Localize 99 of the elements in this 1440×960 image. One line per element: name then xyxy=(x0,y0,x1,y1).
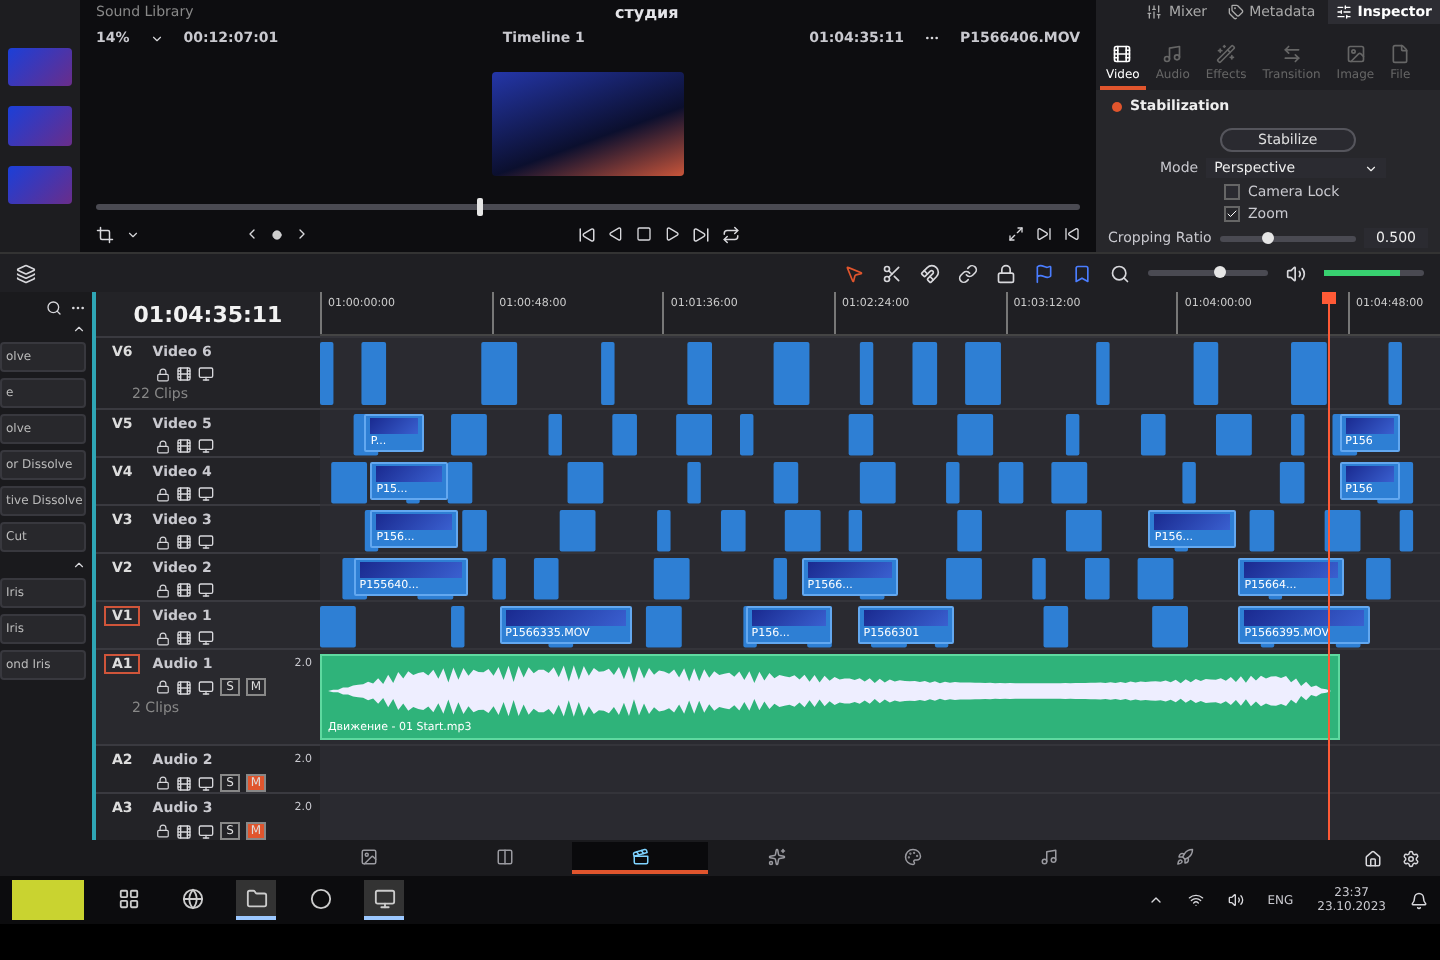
lock-icon[interactable] xyxy=(156,487,170,501)
lock-icon[interactable] xyxy=(156,439,170,453)
pointer-icon[interactable] xyxy=(844,263,864,283)
track-icon[interactable] xyxy=(176,582,192,598)
slider-track[interactable] xyxy=(1219,235,1356,241)
arrows-icon xyxy=(1281,44,1302,64)
visibility-icon[interactable] xyxy=(198,775,214,791)
fit-icon[interactable] xyxy=(1008,226,1024,242)
track-icon[interactable] xyxy=(176,775,192,791)
photo-placeholder xyxy=(8,48,72,87)
color-page-icon xyxy=(903,847,921,865)
circle-icon xyxy=(309,887,331,909)
sliders-icon xyxy=(1146,4,1163,20)
visibility-icon[interactable] xyxy=(198,366,214,382)
collapse-icon[interactable] xyxy=(72,322,86,336)
checkbox[interactable] xyxy=(1224,206,1240,222)
visibility-icon[interactable] xyxy=(198,438,214,454)
slider-thumb[interactable] xyxy=(1214,266,1226,278)
visibility-icon[interactable] xyxy=(198,630,214,646)
collapse-icon[interactable] xyxy=(72,558,86,572)
volume-icon[interactable] xyxy=(1286,263,1306,283)
fusion-page-icon xyxy=(767,847,785,865)
slider-thumb[interactable] xyxy=(1261,231,1274,243)
track-icon[interactable] xyxy=(176,486,192,502)
lock-icon[interactable] xyxy=(996,263,1016,283)
checkbox[interactable] xyxy=(1224,184,1240,200)
flag-icon[interactable] xyxy=(1034,263,1054,283)
chevron-down-icon xyxy=(1364,161,1379,175)
taskbar-app[interactable] xyxy=(236,880,276,920)
layout-icon[interactable] xyxy=(16,263,36,283)
visibility-icon[interactable] xyxy=(198,582,214,598)
skip-forward-icon[interactable] xyxy=(692,225,710,243)
visibility-icon[interactable] xyxy=(198,486,214,502)
film-icon xyxy=(1112,44,1133,64)
lock-icon[interactable] xyxy=(156,776,170,790)
fairlight-page-icon xyxy=(1039,847,1057,865)
project-title: студия xyxy=(614,3,679,21)
folder-icon xyxy=(245,887,267,909)
taskbar-app[interactable] xyxy=(364,880,404,920)
dropdown-icon[interactable] xyxy=(126,227,140,241)
lock-icon[interactable] xyxy=(156,824,170,838)
dropdown-icon xyxy=(149,31,164,45)
globe-icon xyxy=(181,887,203,909)
stop-icon[interactable] xyxy=(636,226,652,242)
lock-icon[interactable] xyxy=(156,631,170,645)
volume-track[interactable] xyxy=(1324,270,1424,276)
visibility-icon[interactable] xyxy=(198,823,214,839)
visibility-icon[interactable] xyxy=(198,534,214,550)
play-reverse-icon[interactable] xyxy=(608,226,624,242)
next-clip-icon[interactable] xyxy=(1036,226,1052,242)
deliver-page-icon xyxy=(1175,847,1193,865)
tag-icon xyxy=(1227,4,1244,20)
skip-back-icon[interactable] xyxy=(578,225,596,243)
scrubber-handle[interactable] xyxy=(476,197,483,215)
marker-icon xyxy=(272,229,282,239)
wand-icon xyxy=(1216,44,1237,64)
previous-icon[interactable] xyxy=(244,226,260,242)
link-icon[interactable] xyxy=(958,263,978,283)
cut-page-icon xyxy=(495,847,513,865)
home-icon[interactable] xyxy=(1364,849,1382,867)
marker-icon[interactable] xyxy=(1072,263,1092,283)
grid-icon xyxy=(117,887,139,909)
search-icon[interactable] xyxy=(46,300,62,316)
lock-icon[interactable] xyxy=(156,367,170,381)
taskbar-thumbnail[interactable] xyxy=(12,880,84,920)
track-icon[interactable] xyxy=(176,630,192,646)
track-icon[interactable] xyxy=(176,823,192,839)
next-icon[interactable] xyxy=(294,226,310,242)
zoom-icon[interactable] xyxy=(1110,263,1130,283)
track-icon[interactable] xyxy=(176,679,192,695)
file-icon xyxy=(1390,44,1411,64)
previous-clip-icon[interactable] xyxy=(1064,226,1080,242)
lock-icon[interactable] xyxy=(156,680,170,694)
track-icon[interactable] xyxy=(176,366,192,382)
track-icon[interactable] xyxy=(176,534,192,550)
volume-icon[interactable] xyxy=(1227,892,1244,908)
music-note-icon xyxy=(1162,44,1183,64)
network-icon[interactable] xyxy=(1187,892,1204,908)
visibility-icon[interactable] xyxy=(198,679,214,695)
edit-page-icon xyxy=(631,847,649,865)
photo-placeholder xyxy=(8,106,72,146)
monitor-icon xyxy=(373,887,395,909)
page-tab[interactable] xyxy=(572,842,708,874)
media-page-icon xyxy=(359,847,377,865)
timeline-timecode: 01:04:35:11 xyxy=(131,299,285,331)
loop-icon[interactable] xyxy=(722,225,740,243)
photo-placeholder xyxy=(8,165,72,204)
crop-icon[interactable] xyxy=(96,225,114,243)
status-dot[interactable] xyxy=(1112,101,1122,111)
track-icon[interactable] xyxy=(176,438,192,454)
notification-icon[interactable] xyxy=(1410,891,1428,909)
zoom-slider[interactable] xyxy=(1148,270,1268,276)
magnet-icon[interactable] xyxy=(920,263,940,283)
scissors-icon[interactable] xyxy=(882,263,902,283)
image-icon xyxy=(1345,44,1366,64)
play-icon[interactable] xyxy=(664,226,680,242)
lock-icon[interactable] xyxy=(156,583,170,597)
tray-chevron-icon[interactable] xyxy=(1147,892,1164,908)
lock-icon[interactable] xyxy=(156,535,170,549)
